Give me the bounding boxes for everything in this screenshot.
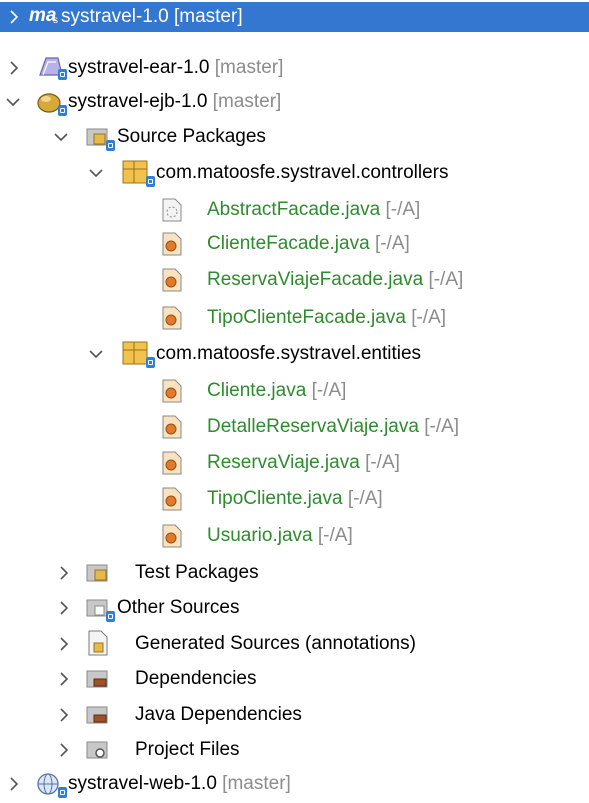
project-systravel-1-0[interactable]: ma s systravel-1.0 [master] xyxy=(0,2,589,32)
java-file-icon xyxy=(161,268,185,292)
generated-sources-icon xyxy=(87,630,111,656)
project-tree[interactable]: ma s systravel-1.0 [master] systravel-ea… xyxy=(0,0,589,803)
file-label: TipoCliente.java [-/A] xyxy=(207,488,383,509)
node-label: Other Sources xyxy=(117,597,240,618)
node-label: Project Files xyxy=(135,739,240,760)
project-files-node[interactable]: Project Files xyxy=(0,733,589,767)
expand-arrow-icon[interactable] xyxy=(56,600,72,616)
file-label: ClienteFacade.java [-/A] xyxy=(207,233,410,254)
project-systravel-ejb-1-0[interactable]: systravel-ejb-1.0 [master] xyxy=(0,85,589,119)
file-row[interactable]: TipoClienteFacade.java [-/A] xyxy=(0,301,589,335)
package-entities[interactable]: com.matoosfe.systravel.entities xyxy=(0,337,589,371)
abstract-java-file-icon xyxy=(161,198,185,222)
collapse-arrow-icon[interactable] xyxy=(88,165,104,181)
node-label: Test Packages xyxy=(135,562,259,583)
maven-project-icon: ma s xyxy=(29,5,58,26)
collapse-arrow-icon[interactable] xyxy=(88,346,104,362)
dependencies-node[interactable]: Dependencies xyxy=(0,662,589,696)
java-dependencies-node[interactable]: Java Dependencies xyxy=(0,698,589,732)
project-label: systravel-ear-1.0 [master] xyxy=(68,57,284,78)
vcs-badge-icon xyxy=(106,611,115,622)
expand-arrow-icon[interactable] xyxy=(56,707,72,723)
java-file-icon xyxy=(161,524,185,548)
file-row[interactable]: Cliente.java [-/A] xyxy=(0,374,589,408)
vcs-badge-icon xyxy=(58,105,67,116)
file-label: AbstractFacade.java [-/A] xyxy=(207,199,421,220)
vcs-badge-icon xyxy=(58,69,67,80)
file-label: Cliente.java [-/A] xyxy=(207,380,347,401)
file-row[interactable]: DetalleReservaViaje.java [-/A] xyxy=(0,410,589,444)
expand-arrow-icon[interactable] xyxy=(56,565,72,581)
package-label: com.matoosfe.systravel.controllers xyxy=(156,162,449,183)
ejb-project-icon xyxy=(36,90,61,114)
vcs-badge-icon xyxy=(146,357,155,368)
java-file-icon xyxy=(161,451,185,475)
test-packages-node[interactable]: Test Packages xyxy=(0,556,589,590)
file-label: TipoClienteFacade.java [-/A] xyxy=(207,307,447,328)
java-file-icon xyxy=(161,379,185,403)
expand-arrow-icon[interactable] xyxy=(6,9,22,25)
file-row[interactable]: Usuario.java [-/A] xyxy=(0,519,589,553)
generated-sources-node[interactable]: Generated Sources (annotations) xyxy=(0,627,589,661)
file-row[interactable]: TipoCliente.java [-/A] xyxy=(0,482,589,516)
node-label: Java Dependencies xyxy=(135,704,302,725)
collapse-arrow-icon[interactable] xyxy=(5,94,21,110)
node-label: Generated Sources (annotations) xyxy=(135,633,416,654)
java-file-icon xyxy=(161,415,185,439)
project-label: systravel-ejb-1.0 [master] xyxy=(68,91,282,112)
project-systravel-ear-1-0[interactable]: systravel-ear-1.0 [master] xyxy=(0,51,589,85)
project-files-icon xyxy=(86,739,110,763)
source-packages-node[interactable]: Source Packages xyxy=(0,120,589,154)
file-label: DetalleReservaViaje.java [-/A] xyxy=(207,416,460,437)
vcs-badge-icon xyxy=(58,787,67,798)
expand-arrow-icon[interactable] xyxy=(56,671,72,687)
project-label: systravel-web-1.0 [master] xyxy=(68,773,291,794)
package-icon xyxy=(122,341,148,365)
package-label: com.matoosfe.systravel.entities xyxy=(156,343,422,364)
expand-arrow-icon[interactable] xyxy=(56,636,72,652)
java-file-icon xyxy=(161,306,185,330)
ear-project-icon xyxy=(36,55,63,79)
dependencies-icon xyxy=(86,668,110,692)
project-systravel-web-1-0[interactable]: systravel-web-1.0 [master] xyxy=(0,767,589,801)
file-row[interactable]: ClienteFacade.java [-/A] xyxy=(0,227,589,261)
expand-arrow-icon[interactable] xyxy=(6,776,22,792)
file-label: ReservaViajeFacade.java [-/A] xyxy=(207,269,464,290)
java-file-icon xyxy=(161,232,185,256)
file-label: ReservaViaje.java [-/A] xyxy=(207,452,400,473)
file-row[interactable]: ReservaViajeFacade.java [-/A] xyxy=(0,263,589,297)
expand-arrow-icon[interactable] xyxy=(56,742,72,758)
collapse-arrow-icon[interactable] xyxy=(53,129,69,145)
node-label: Source Packages xyxy=(117,126,266,147)
package-icon xyxy=(122,160,148,184)
java-file-icon xyxy=(161,487,185,511)
vcs-badge-icon xyxy=(146,176,155,187)
web-project-icon xyxy=(36,771,60,795)
project-label: systravel-1.0 [master] xyxy=(61,6,243,27)
package-controllers[interactable]: com.matoosfe.systravel.controllers xyxy=(0,156,589,190)
other-sources-node[interactable]: Other Sources xyxy=(0,591,589,625)
test-packages-icon xyxy=(86,562,110,586)
node-label: Dependencies xyxy=(135,668,257,689)
expand-arrow-icon[interactable] xyxy=(6,60,22,76)
file-label: Usuario.java [-/A] xyxy=(207,525,353,546)
vcs-badge-icon xyxy=(106,140,115,151)
java-dependencies-icon xyxy=(86,704,110,728)
file-row[interactable]: AbstractFacade.java [-/A] xyxy=(0,193,589,227)
file-row[interactable]: ReservaViaje.java [-/A] xyxy=(0,446,589,480)
